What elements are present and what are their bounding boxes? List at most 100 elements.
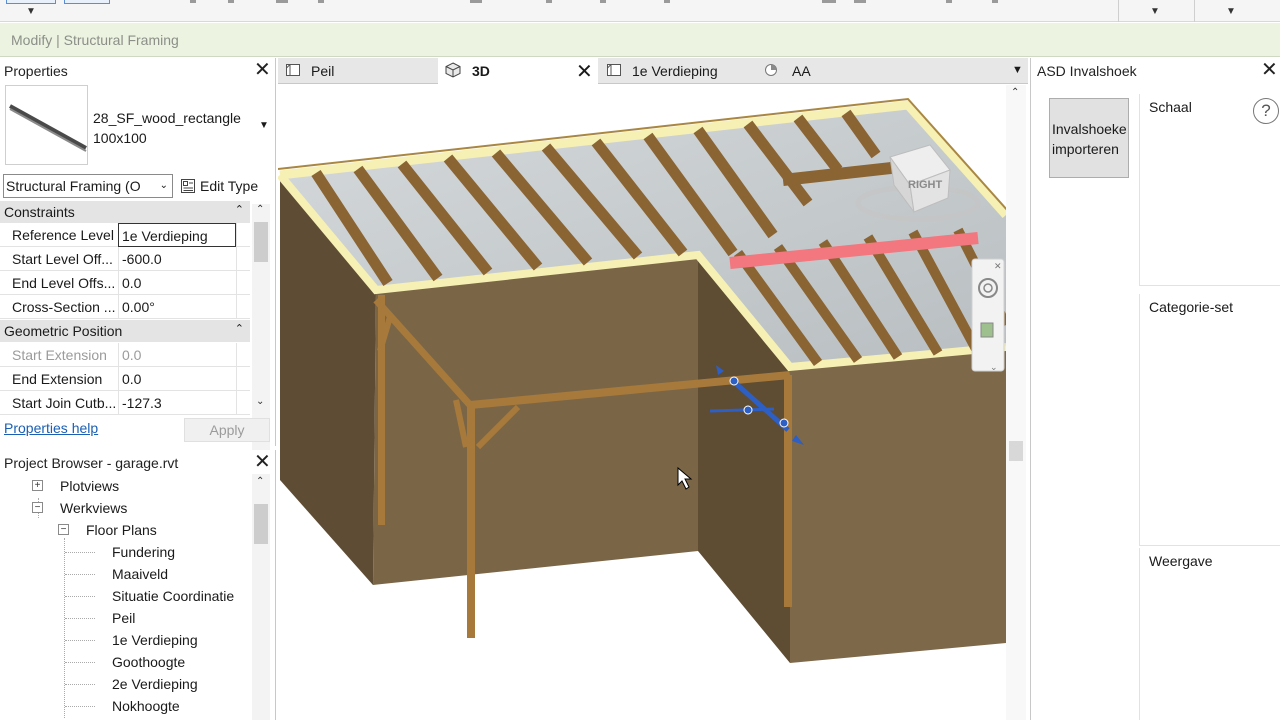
view-tab-bar: Peil 3D ✕ 1e Verdieping AA ▼ — [278, 58, 1028, 84]
ribbon-tool-icon[interactable] — [854, 0, 866, 3]
scroll-down-icon[interactable]: ⌄ — [256, 396, 264, 407]
tab-list-dropdown-icon[interactable]: ▼ — [1012, 64, 1023, 76]
ribbon-tool-icon[interactable] — [228, 0, 234, 3]
chevron-down-icon[interactable]: ▼ — [1226, 6, 1236, 17]
chevron-down-icon[interactable]: ▼ — [26, 6, 36, 17]
viewport-scrollbar[interactable]: ⌃ — [1006, 85, 1026, 720]
tree-item-werkviews[interactable]: Werkviews — [60, 500, 127, 516]
prop-value[interactable]: -600.0 — [118, 247, 236, 271]
close-icon[interactable]: ✕ — [1261, 60, 1278, 80]
tab-peil[interactable]: Peil — [278, 58, 438, 84]
navigation-bar[interactable]: ✕ ⌄ — [971, 258, 1005, 373]
model-canvas[interactable]: RIGHT ✕ ⌄ — [276, 85, 1011, 720]
project-browser-scrollbar[interactable]: ⌃ — [252, 474, 270, 720]
chevron-down-icon[interactable]: ▼ — [1150, 6, 1160, 17]
collapse-icon[interactable]: ⌃ — [235, 203, 244, 216]
prop-value[interactable]: 0.0 — [118, 367, 236, 391]
context-label: Modify | Structural Framing — [11, 32, 179, 48]
chevron-down-icon[interactable]: ▼ — [259, 120, 269, 131]
cell-edge — [236, 343, 250, 367]
ribbon-tool-icon[interactable] — [546, 0, 552, 3]
section-constraints[interactable]: Constraints ⌃ — [0, 201, 250, 223]
tree-item-plotviews[interactable]: Plotviews — [60, 478, 119, 494]
scroll-up-icon[interactable]: ⌃ — [256, 204, 264, 215]
scroll-up-icon[interactable]: ⌃ — [1011, 87, 1019, 98]
context-bar: Modify | Structural Framing — [0, 23, 1280, 57]
prop-value[interactable]: -127.3 — [118, 391, 236, 415]
close-icon[interactable]: ✕ — [254, 60, 271, 80]
prop-row-end-extension[interactable]: End Extension 0.0 — [0, 367, 250, 391]
nav-bar-menu-icon[interactable]: ⌄ — [990, 363, 998, 373]
tree-line — [65, 684, 95, 685]
ribbon-tool-icon[interactable] — [600, 0, 606, 3]
prop-row-cross-section-rotation[interactable]: Cross-Section ... 0.00° — [0, 295, 250, 319]
collapse-icon[interactable]: − — [32, 502, 43, 513]
prop-row-start-join-cutback[interactable]: Start Join Cutb... -127.3 — [0, 391, 250, 415]
tree-item-peil[interactable]: Peil — [112, 610, 135, 626]
ribbon-tool-icon[interactable] — [992, 0, 998, 3]
ribbon-tool-icon[interactable] — [276, 0, 288, 3]
tree-item-maaiveld[interactable]: Maaiveld — [112, 566, 168, 582]
type-name-line1: 28_SF_wood_rectangle — [93, 110, 241, 126]
invalshoeken-importeren-button[interactable]: Invalshoeke importeren — [1049, 98, 1129, 178]
tree-line — [65, 618, 95, 619]
scrollbar-thumb[interactable] — [254, 504, 268, 544]
wall-right[interactable] — [790, 347, 1006, 663]
properties-help-link[interactable]: Properties help — [4, 420, 98, 436]
tree-line — [65, 552, 95, 553]
type-selector[interactable]: 28_SF_wood_rectangle 100x100 — [93, 108, 241, 148]
scrollbar-thumb[interactable] — [1009, 441, 1023, 461]
3d-viewport[interactable]: RIGHT ✕ ⌄ — [276, 85, 1028, 720]
tree-item-floor-plans[interactable]: Floor Plans — [86, 522, 157, 538]
wall-front[interactable] — [373, 255, 698, 585]
tree-item-1e-verdieping[interactable]: 1e Verdieping — [112, 632, 198, 648]
close-icon[interactable]: ✕ — [994, 262, 1002, 272]
prop-name: Reference Level — [12, 227, 114, 243]
tree-item-situatie-coordinatie[interactable]: Situatie Coordinatie — [112, 588, 234, 604]
apply-button[interactable]: Apply — [184, 418, 270, 442]
prop-value-input[interactable]: 1e Verdieping — [118, 223, 236, 247]
prop-name: End Extension — [12, 371, 103, 387]
tab-label: 1e Verdieping — [632, 63, 718, 79]
prop-name: Start Join Cutb... — [12, 395, 116, 411]
type-name-line2: 100x100 — [93, 130, 147, 146]
cell-edge — [236, 367, 250, 391]
prop-value[interactable]: 0.00° — [118, 295, 236, 319]
prop-row-reference-level[interactable]: Reference Level 1e Verdieping — [0, 223, 250, 247]
tree-item-2e-verdieping[interactable]: 2e Verdieping — [112, 676, 198, 692]
collapse-icon[interactable]: − — [58, 524, 69, 535]
tab-3d[interactable]: 3D ✕ — [438, 58, 598, 84]
zoom-icon[interactable] — [980, 322, 994, 338]
expand-icon[interactable]: + — [32, 480, 43, 491]
tree-item-nokhoogte[interactable]: Nokhoogte — [112, 698, 180, 714]
button-label-line1: Invalshoeke — [1052, 121, 1127, 137]
prop-value[interactable]: 0.0 — [118, 271, 236, 295]
category-filter-select[interactable]: Structural Framing (O ⌄ — [3, 174, 173, 198]
ribbon-button-edge[interactable] — [64, 0, 110, 4]
tree-item-goothoogte[interactable]: Goothoogte — [112, 654, 185, 670]
ribbon-tool-icon[interactable] — [190, 0, 196, 3]
ribbon-tool-icon[interactable] — [822, 0, 836, 3]
ribbon-tool-icon[interactable] — [664, 0, 670, 3]
close-icon[interactable]: ✕ — [576, 59, 593, 84]
button-label-line2: importeren — [1052, 141, 1119, 157]
prop-name: End Level Offs... — [12, 275, 116, 291]
close-icon[interactable]: ✕ — [254, 452, 271, 472]
ribbon-tool-icon[interactable] — [946, 0, 952, 3]
section-geometric-position[interactable]: Geometric Position ⌃ — [0, 320, 250, 342]
tree-item-fundering[interactable]: Fundering — [112, 544, 175, 560]
tab-1e-verdieping[interactable]: 1e Verdieping — [598, 58, 758, 84]
collapse-icon[interactable]: ⌃ — [235, 322, 244, 335]
prop-row-start-extension[interactable]: Start Extension 0.0 — [0, 343, 250, 367]
floor-plan-view-icon — [286, 64, 300, 76]
ribbon-button-edge[interactable] — [6, 0, 56, 4]
edit-type-button[interactable]: Edit Type — [180, 175, 258, 197]
scrollbar-thumb[interactable] — [254, 222, 268, 262]
ribbon-tool-icon[interactable] — [318, 0, 324, 3]
prop-row-start-level-offset[interactable]: Start Level Off... -600.0 — [0, 247, 250, 271]
ribbon-tool-icon[interactable] — [470, 0, 482, 3]
prop-row-end-level-offset[interactable]: End Level Offs... 0.0 — [0, 271, 250, 295]
tab-aa[interactable]: AA — [758, 58, 878, 84]
help-icon[interactable]: ? — [1253, 98, 1279, 124]
scroll-up-icon[interactable]: ⌃ — [256, 476, 264, 487]
